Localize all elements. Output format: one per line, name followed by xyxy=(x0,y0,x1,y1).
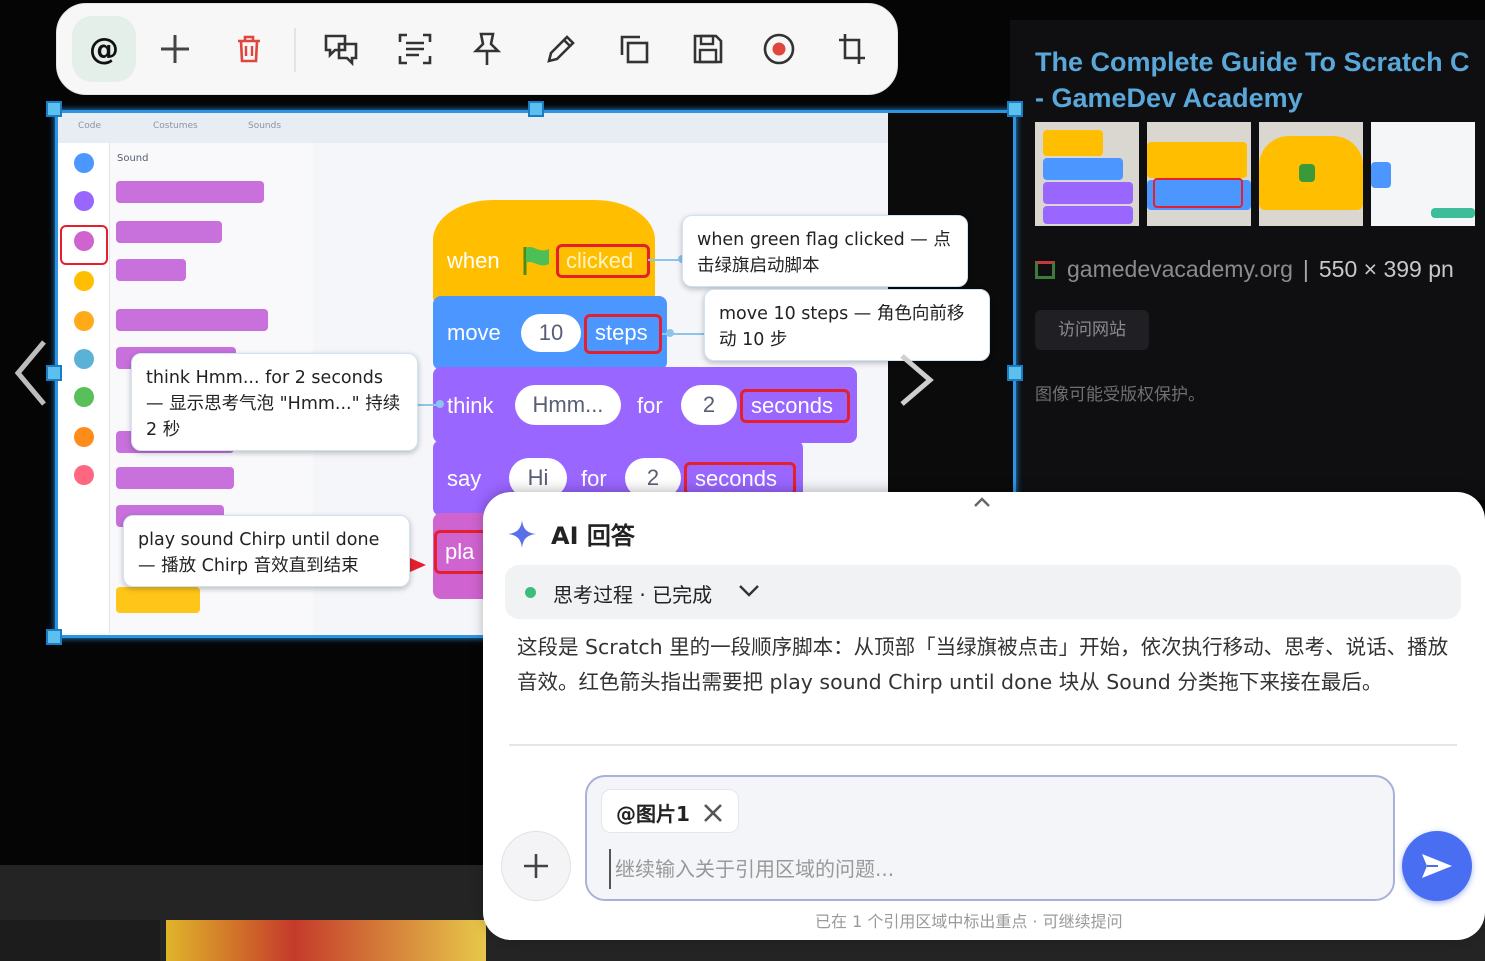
image-title-line2[interactable]: - GameDev Academy xyxy=(1035,80,1485,116)
draw-button[interactable] xyxy=(529,16,593,82)
copy-button[interactable] xyxy=(602,16,666,82)
image-detail-panel: The Complete Guide To Scratch C - GameDe… xyxy=(1010,20,1485,500)
add-button[interactable] xyxy=(143,16,207,82)
crop-icon xyxy=(839,34,865,64)
ai-panel-title: AI 回答 xyxy=(551,522,635,550)
next-image-arrow-icon[interactable] xyxy=(896,352,936,408)
related-thumbnail[interactable] xyxy=(1371,122,1475,226)
add-attachment-button[interactable] xyxy=(501,831,571,901)
image-size: 550 × 399 pn xyxy=(1318,256,1454,282)
resize-handle-top[interactable] xyxy=(528,101,544,117)
pin-button[interactable] xyxy=(455,16,519,82)
bottom-result-thumbnail[interactable] xyxy=(166,920,486,961)
image-title-line1[interactable]: The Complete Guide To Scratch C xyxy=(1035,44,1485,80)
add-icon xyxy=(161,35,189,63)
related-thumbnail[interactable] xyxy=(1147,122,1251,226)
reference-chip-label: @图片1 xyxy=(616,802,690,826)
source-separator: | xyxy=(1302,256,1309,282)
scan-text-icon xyxy=(398,33,432,65)
capture-toolbar: @ xyxy=(56,3,898,95)
ai-footnote: 已在 1 个引用区域中标出重点 · 可继续提问 xyxy=(815,912,1123,931)
ocr-button[interactable] xyxy=(383,16,447,82)
crop-button[interactable] xyxy=(820,16,884,82)
reference-chip[interactable]: @图片1 xyxy=(601,789,739,833)
send-icon xyxy=(1422,854,1452,878)
ai-answer-panel: AI 回答 思考过程 · 已完成 这段是 Scratch 里的一段顺序脚本：从顶… xyxy=(483,492,1485,940)
copy-icon xyxy=(620,35,649,64)
bottom-result-thumbnail[interactable] xyxy=(0,920,160,961)
site-favicon-icon xyxy=(1035,261,1055,279)
chat-icon xyxy=(324,34,358,66)
mention-button[interactable]: @ xyxy=(72,16,136,82)
answer-divider xyxy=(509,744,1457,746)
resize-handle-right[interactable] xyxy=(1007,365,1023,381)
save-icon xyxy=(693,34,723,64)
sparkle-icon xyxy=(508,519,536,548)
close-icon[interactable] xyxy=(702,802,724,824)
delete-button[interactable] xyxy=(217,16,281,82)
related-thumbnail[interactable] xyxy=(1259,122,1363,226)
send-button[interactable] xyxy=(1402,831,1472,901)
related-thumbnail[interactable] xyxy=(1035,122,1139,226)
record-button[interactable] xyxy=(747,16,811,82)
image-source[interactable]: gamedevacademy.org | 550 × 399 pn xyxy=(1035,256,1454,283)
ai-header: AI 回答 xyxy=(507,516,635,551)
status-dot xyxy=(525,587,536,598)
trash-icon xyxy=(238,35,260,63)
copyright-notice: 图像可能受版权保护。 xyxy=(1035,385,1205,405)
collapse-chevron-up-icon[interactable] xyxy=(973,496,991,508)
pen-icon xyxy=(547,35,575,63)
add-icon xyxy=(524,854,548,878)
comment-button[interactable] xyxy=(309,16,373,82)
toolbar-separator xyxy=(294,28,296,72)
chevron-down-icon xyxy=(739,585,759,597)
resize-handle-top-left[interactable] xyxy=(46,101,62,117)
resize-handle-bottom-left[interactable] xyxy=(46,629,62,645)
save-button[interactable] xyxy=(676,16,740,82)
visit-site-button[interactable]: 访问网站 xyxy=(1035,310,1149,350)
resize-handle-top-right[interactable] xyxy=(1007,101,1023,117)
pin-icon xyxy=(472,32,502,65)
question-input-box[interactable]: @图片1 xyxy=(585,775,1395,901)
thinking-status: 思考过程 · 已完成 xyxy=(553,583,713,607)
ai-answer-text: 这段是 Scratch 里的一段顺序脚本：从顶部「当绿旗被点击」开始，依次执行移… xyxy=(517,635,1449,694)
thinking-process-toggle[interactable]: 思考过程 · 已完成 xyxy=(505,565,1461,619)
question-input[interactable] xyxy=(609,849,1369,889)
prev-image-arrow-icon[interactable] xyxy=(10,338,50,408)
image-title[interactable]: The Complete Guide To Scratch C - GameDe… xyxy=(1035,44,1485,116)
record-icon xyxy=(763,33,795,65)
mention-label: @ xyxy=(89,31,119,67)
source-domain[interactable]: gamedevacademy.org xyxy=(1067,256,1293,282)
